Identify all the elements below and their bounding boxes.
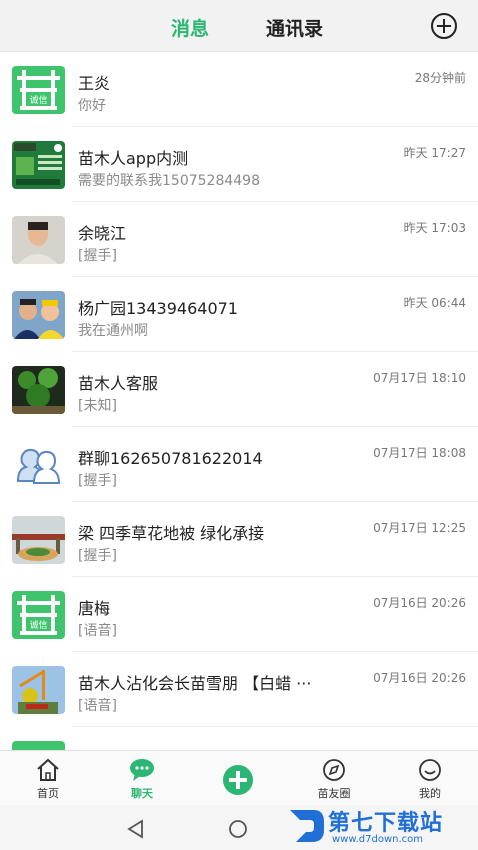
nav-moments[interactable]: 苗友圈 <box>304 757 364 801</box>
conversation-row[interactable]: 余晓江 昨天 17:03 [握手] <box>0 202 478 277</box>
tab-contacts[interactable]: 通讯录 <box>266 14 323 41</box>
nav-chat-label: 聊天 <box>131 787 153 800</box>
avatar <box>12 291 65 339</box>
nav-mine[interactable]: 我的 <box>400 757 460 801</box>
conversation-row[interactable]: 杨广园13439464071 昨天 06:44 我在通州啊 <box>0 277 478 352</box>
avatar <box>12 666 65 714</box>
avatar: 诚信 <box>12 591 65 639</box>
conversation-row[interactable]: 苗木人app内测 昨天 17:27 需要的联系我15075284498 <box>0 127 478 202</box>
conversation-row[interactable]: 诚信 唐梅 07月16日 20:26 [语音] <box>0 577 478 652</box>
conversation-row[interactable]: 梁 四季草花地被 绿化承接 07月17日 12:25 [握手] <box>0 502 478 577</box>
avatar <box>12 216 65 264</box>
avatar: 诚信 <box>12 66 65 114</box>
message-time: 昨天 17:03 <box>403 221 466 235</box>
conversation-row[interactable]: 苗木人客服 07月17日 18:10 [未知] <box>0 352 478 427</box>
avatar <box>12 141 65 189</box>
bottom-nav: 首页 聊天 苗友圈 我的 <box>0 750 478 805</box>
message-preview: 我在通州啊 <box>78 323 148 339</box>
tab-messages[interactable]: 消息 <box>171 14 209 41</box>
publish-plus-icon[interactable] <box>222 764 254 796</box>
watermark-title: 第七下载站 <box>328 811 444 836</box>
message-time: 昨天 17:27 <box>403 146 466 160</box>
conversation-list: 诚信 王炎 28分钟前 你好 苗木人app内测 昨天 17:27 需要的联系我1… <box>0 52 478 750</box>
logo-text: 诚信 <box>29 619 47 631</box>
add-circle-icon[interactable] <box>430 12 458 40</box>
conversation-row[interactable]: 诚信 王炎 28分钟前 你好 <box>0 52 478 127</box>
top-header: 消息 通讯录 <box>0 0 478 52</box>
nav-home[interactable]: 首页 <box>18 757 78 801</box>
conversation-row[interactable]: 群聊162650781622014 07月17日 18:08 [握手] <box>0 427 478 502</box>
message-preview: [握手] <box>78 473 117 489</box>
message-preview: 你好 <box>78 98 106 114</box>
avatar <box>12 741 65 750</box>
compass-icon <box>323 759 345 781</box>
contact-name: 苗木人沾化会长苗雪朋 【白蜡 ··· <box>78 674 312 693</box>
message-time: 07月17日 12:25 <box>373 521 466 535</box>
home-circle-icon[interactable] <box>228 819 248 839</box>
message-preview: [未知] <box>78 398 117 414</box>
home-icon <box>37 758 59 781</box>
contact-name: 杨广园13439464071 <box>78 299 238 318</box>
message-time: 28分钟前 <box>414 71 466 85</box>
contact-name: 苗木人客服 <box>78 374 159 393</box>
message-preview: [握手] <box>78 548 117 564</box>
message-preview: [语音] <box>78 623 117 639</box>
message-time: 07月16日 20:26 <box>373 671 466 685</box>
message-time: 07月16日 20:26 <box>373 596 466 610</box>
back-triangle-icon[interactable] <box>126 819 146 839</box>
contact-name: 苗木人app内测 <box>78 149 189 168</box>
nav-moments-label: 苗友圈 <box>317 787 351 800</box>
message-preview: [握手] <box>78 248 117 264</box>
conversation-row-partial[interactable] <box>0 727 478 750</box>
conversation-row[interactable]: 苗木人沾化会长苗雪朋 【白蜡 ··· 07月16日 20:26 [语音] <box>0 652 478 727</box>
contact-name: 梁 四季草花地被 绿化承接 <box>78 524 265 543</box>
logo-text: 诚信 <box>29 94 47 106</box>
message-time: 07月17日 18:10 <box>373 371 466 385</box>
avatar <box>12 366 65 414</box>
group-chat-icon <box>12 441 65 489</box>
message-preview: [语音] <box>78 698 117 714</box>
contact-name: 群聊162650781622014 <box>78 449 263 468</box>
message-preview: 需要的联系我15075284498 <box>78 173 260 189</box>
chat-bubble-icon <box>130 759 154 781</box>
smiley-icon <box>419 759 441 781</box>
contact-name: 唐梅 <box>78 599 111 618</box>
nav-mine-label: 我的 <box>419 787 441 800</box>
watermark-url: www.d7down.com <box>332 834 424 845</box>
nav-home-label: 首页 <box>37 787 59 800</box>
message-time: 07月17日 18:08 <box>373 446 466 460</box>
contact-name: 王炎 <box>78 74 111 93</box>
message-time: 昨天 06:44 <box>403 296 466 310</box>
nav-chat[interactable]: 聊天 <box>112 757 172 801</box>
avatar <box>12 516 65 564</box>
contact-name: 余晓江 <box>78 224 127 243</box>
